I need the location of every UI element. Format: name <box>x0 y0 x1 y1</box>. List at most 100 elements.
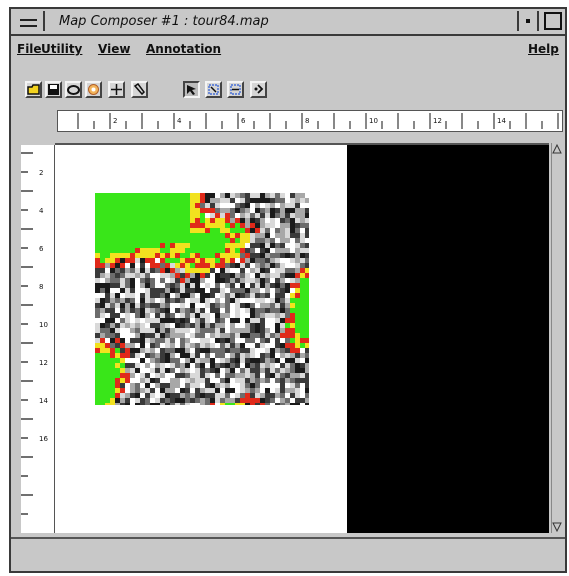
add-button[interactable] <box>108 81 125 98</box>
map-pixel <box>100 318 105 323</box>
select-button[interactable] <box>183 81 200 98</box>
map-pixel <box>175 198 180 203</box>
map-pixel <box>275 388 280 393</box>
map-pixel <box>290 203 295 208</box>
map-pixel <box>305 328 309 333</box>
window-menu-button[interactable] <box>13 11 45 31</box>
map-pixel <box>220 303 225 308</box>
map-pixel <box>305 228 309 233</box>
map-pixel <box>155 283 160 288</box>
map-pixel <box>300 368 305 373</box>
map-image[interactable] <box>95 193 309 405</box>
map-pixel <box>140 298 145 303</box>
map-pixel <box>255 293 260 298</box>
map-pixel <box>265 333 270 338</box>
map-pixel <box>95 253 100 258</box>
map-pixel <box>95 308 100 313</box>
map-pixel <box>105 293 110 298</box>
print-button[interactable] <box>65 81 82 98</box>
map-pixel <box>240 208 245 213</box>
map-pixel <box>265 223 270 228</box>
zoom-in-button[interactable] <box>205 81 222 98</box>
map-pixel <box>135 223 140 228</box>
map-pixel <box>105 253 110 258</box>
map-pixel <box>300 358 305 363</box>
tool-button[interactable] <box>131 81 148 98</box>
save-button[interactable] <box>45 81 62 98</box>
map-pixel <box>205 348 210 353</box>
map-pixel <box>100 363 105 368</box>
map-pixel <box>275 273 280 278</box>
map-pixel <box>120 313 125 318</box>
map-pixel <box>180 228 185 233</box>
minimize-button[interactable] <box>517 11 539 31</box>
title-bar[interactable]: Map Composer #1 : tour84.map <box>11 9 565 36</box>
maximize-button[interactable] <box>541 11 563 31</box>
map-pixel <box>100 398 105 403</box>
map-pixel <box>225 263 230 268</box>
map-pixel <box>175 358 180 363</box>
map-pixel <box>135 268 140 273</box>
map-pixel <box>95 243 100 248</box>
map-pixel <box>240 318 245 323</box>
refresh-button[interactable] <box>250 81 267 98</box>
map-pixel <box>135 218 140 223</box>
vertical-scrollbar[interactable] <box>551 143 563 533</box>
map-pixel <box>215 203 220 208</box>
menu-annotation[interactable]: Annotation <box>146 42 221 56</box>
map-pixel <box>195 268 200 273</box>
map-pixel <box>260 213 265 218</box>
map-pixel <box>235 358 240 363</box>
zoom-out-button[interactable] <box>227 81 244 98</box>
map-pixel <box>110 308 115 313</box>
map-pixel <box>305 373 309 378</box>
map-pixel <box>165 303 170 308</box>
map-pixel <box>285 203 290 208</box>
map-pixel <box>135 293 140 298</box>
map-pixel <box>195 363 200 368</box>
map-pixel <box>280 393 285 398</box>
map-pixel <box>110 393 115 398</box>
map-pixel <box>285 388 290 393</box>
scroll-down-arrow-icon[interactable] <box>552 521 562 533</box>
map-pixel <box>225 348 230 353</box>
map-pixel <box>155 348 160 353</box>
map-pixel <box>230 208 235 213</box>
map-pixel <box>235 378 240 383</box>
map-pixel <box>255 398 260 403</box>
map-pixel <box>110 388 115 393</box>
map-pixel <box>225 383 230 388</box>
map-pixel <box>110 208 115 213</box>
map-pixel <box>295 193 300 198</box>
menu-utility[interactable]: Utility <box>41 42 82 56</box>
map-pixel <box>140 218 145 223</box>
map-pixel <box>125 388 130 393</box>
scroll-up-arrow-icon[interactable] <box>552 143 562 155</box>
color-button[interactable] <box>85 81 102 98</box>
map-pixel <box>155 393 160 398</box>
map-pixel <box>200 373 205 378</box>
map-pixel <box>105 273 110 278</box>
menu-help[interactable]: Help <box>528 42 559 56</box>
map-pixel <box>295 308 300 313</box>
map-pixel <box>230 388 235 393</box>
map-pixel <box>305 378 309 383</box>
menu-view[interactable]: View <box>98 42 130 56</box>
map-pixel <box>130 353 135 358</box>
map-pixel <box>195 303 200 308</box>
map-pixel <box>220 338 225 343</box>
tool-icon <box>133 83 145 96</box>
map-pixel <box>125 243 130 248</box>
map-pixel <box>260 393 265 398</box>
map-pixel <box>255 318 260 323</box>
map-pixel <box>115 348 120 353</box>
menu-file[interactable]: File <box>17 42 42 56</box>
map-pixel <box>265 293 270 298</box>
open-button[interactable] <box>25 81 42 98</box>
map-pixel <box>200 328 205 333</box>
map-pixel <box>230 343 235 348</box>
map-pixel <box>145 373 150 378</box>
map-pixel <box>270 233 275 238</box>
map-canvas[interactable] <box>55 143 347 533</box>
map-pixel <box>215 308 220 313</box>
